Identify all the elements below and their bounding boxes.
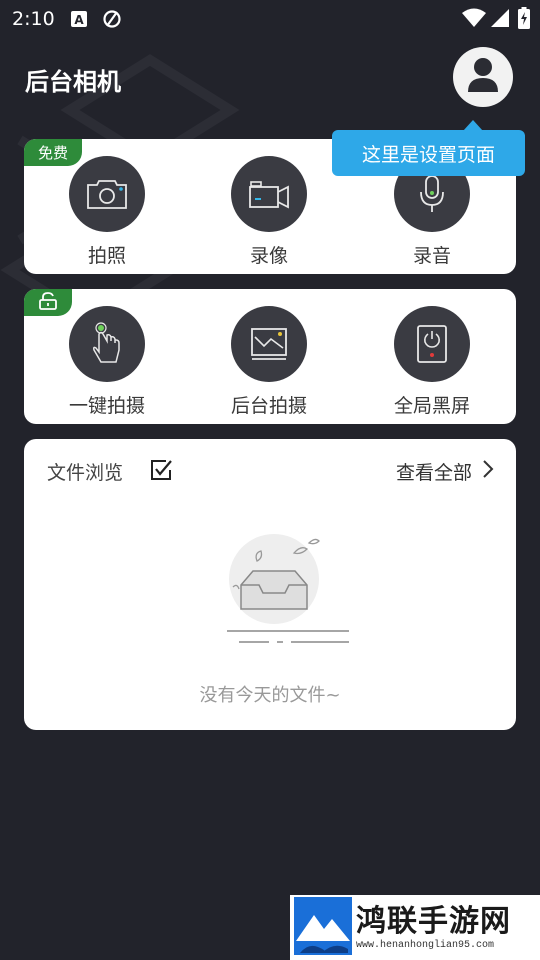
signal-icon (490, 8, 510, 32)
settings-avatar-button[interactable] (453, 47, 513, 107)
feature-one-tap-shot-label: 一键拍摄 (68, 395, 145, 417)
status-time: 2:10 (12, 8, 55, 30)
svg-text:A: A (74, 13, 84, 27)
wifi-icon (462, 8, 486, 32)
feature-one-tap-shot[interactable]: 一键拍摄 (32, 306, 182, 418)
checkbox-icon[interactable] (149, 458, 173, 486)
feature-video[interactable]: 录像 (194, 156, 344, 268)
premium-features-card: 一键拍摄 后台拍摄 全局黑屏 (24, 289, 516, 424)
tooltip-text: 这里是设置页面 (361, 143, 495, 166)
watermark-logo (294, 896, 352, 959)
settings-tooltip[interactable]: 这里是设置页面 (332, 130, 525, 176)
site-watermark: 鸿联手游网 www.henanhonglian95.com (290, 895, 540, 960)
view-all-label: 查看全部 (395, 462, 472, 484)
empty-box-illustration (199, 531, 367, 660)
watermark-name: 鸿联手游网 (356, 904, 511, 939)
feature-background-shot[interactable]: 后台拍摄 (194, 306, 344, 418)
video-camera-icon (231, 156, 307, 232)
feature-audio-label: 录音 (412, 245, 451, 267)
user-icon (466, 57, 500, 97)
watermark-url: www.henanhonglian95.com (356, 940, 495, 951)
feature-black-screen[interactable]: 全局黑屏 (357, 306, 507, 418)
feature-black-screen-label: 全局黑屏 (393, 395, 470, 417)
feature-photo[interactable]: 拍照 (32, 156, 182, 268)
view-all-link[interactable]: 查看全部 (396, 458, 494, 485)
battery-icon (518, 7, 530, 33)
finger-tap-icon (69, 306, 145, 382)
empty-state-text: 没有今天的文件~ (199, 685, 341, 706)
a-notification-icon: A (70, 9, 88, 33)
file-browser-card: 文件浏览 查看全部 没有今天的文件~ (24, 439, 516, 730)
camera-icon (69, 156, 145, 232)
app-title: 后台相机 (25, 68, 121, 96)
feature-photo-label: 拍照 (87, 245, 126, 267)
chevron-right-icon (482, 459, 494, 484)
no-sync-icon (102, 9, 122, 33)
status-bar: 2:10 A (0, 0, 540, 40)
power-screen-icon (394, 306, 470, 382)
feature-video-label: 录像 (249, 245, 288, 267)
feature-background-shot-label: 后台拍摄 (230, 395, 307, 417)
picture-frame-icon (231, 306, 307, 382)
file-browser-title: 文件浏览 (47, 462, 124, 484)
